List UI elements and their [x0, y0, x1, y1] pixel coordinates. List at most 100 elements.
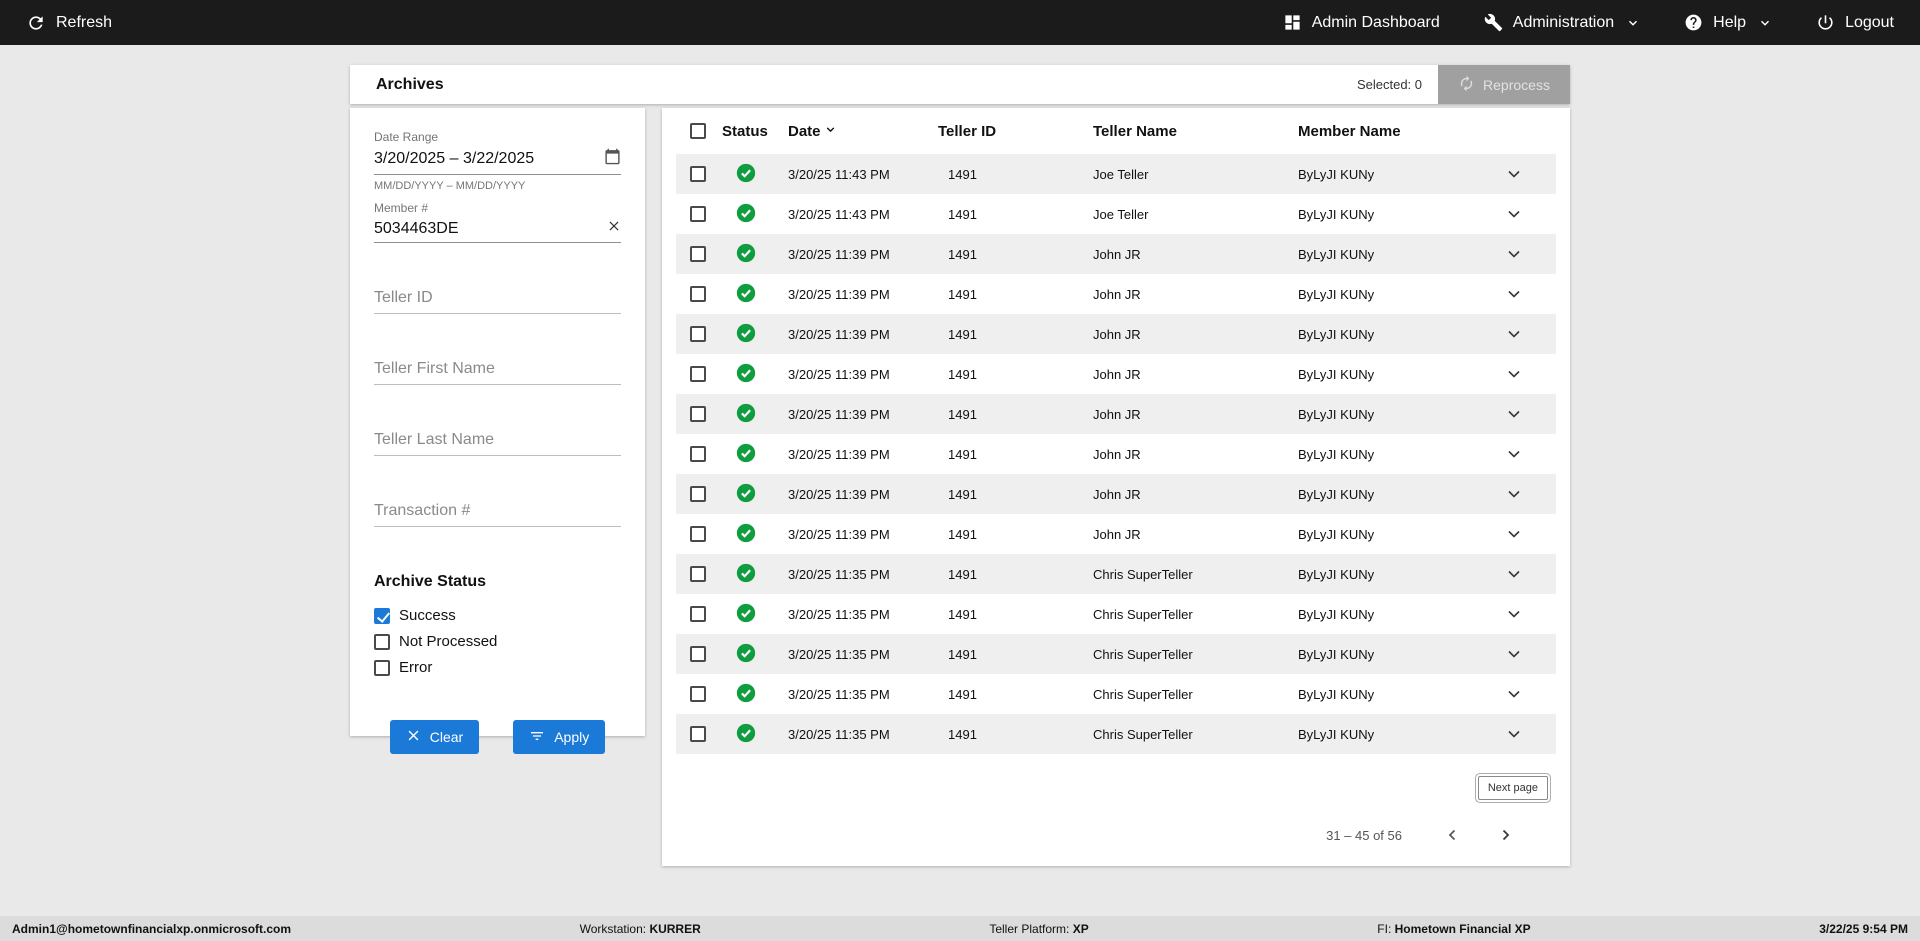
reprocess-button[interactable]: Reprocess — [1438, 65, 1570, 104]
top-navigation-bar: Refresh Admin Dashboard Administration H… — [0, 0, 1920, 45]
row-checkbox[interactable] — [690, 646, 706, 662]
archives-table-panel: Status Date Teller ID Teller Name Member… — [662, 108, 1570, 866]
calendar-icon[interactable] — [604, 148, 621, 170]
table-row: 3/20/25 11:35 PM 1491 Chris SuperTeller … — [676, 634, 1556, 674]
row-expand-chevron[interactable] — [1502, 322, 1526, 346]
row-checkbox[interactable] — [690, 686, 706, 702]
row-checkbox[interactable] — [690, 606, 706, 622]
reprocess-label: Reprocess — [1483, 76, 1550, 93]
help-menu[interactable]: Help — [1684, 13, 1772, 32]
archives-header-bar: Archives Selected: 0 Reprocess — [350, 65, 1570, 104]
row-teller-id: 1491 — [948, 286, 977, 302]
status-success-icon — [735, 682, 757, 707]
archive-status-checkbox-item[interactable]: Error — [374, 659, 621, 676]
row-expand-chevron[interactable] — [1502, 482, 1526, 506]
row-expand-chevron[interactable] — [1502, 682, 1526, 706]
status-success-icon — [735, 442, 757, 467]
clear-member-icon[interactable] — [607, 219, 621, 238]
row-checkbox[interactable] — [690, 566, 706, 582]
row-expand-chevron[interactable] — [1502, 242, 1526, 266]
filter-icon — [529, 728, 545, 747]
row-checkbox[interactable] — [690, 206, 706, 222]
row-checkbox[interactable] — [690, 166, 706, 182]
next-page-button[interactable]: Next page — [1477, 776, 1548, 800]
row-expand-chevron[interactable] — [1502, 402, 1526, 426]
row-checkbox[interactable] — [690, 486, 706, 502]
transaction-number-input[interactable] — [374, 502, 621, 520]
table-row: 3/20/25 11:39 PM 1491 John JR ByLyJI KUN… — [676, 434, 1556, 474]
next-page-chevron-button[interactable] — [1492, 822, 1518, 848]
status-success-icon — [735, 482, 757, 507]
status-checkbox-label: Success — [399, 607, 456, 624]
status-success-icon — [735, 722, 757, 747]
teller-first-name-input[interactable] — [374, 360, 621, 378]
row-date: 3/20/25 11:35 PM — [788, 686, 890, 702]
archive-status-checkbox-item[interactable]: Not Processed — [374, 633, 621, 650]
clear-button[interactable]: Clear — [389, 720, 480, 754]
column-header-teller-name: Teller Name — [1093, 122, 1177, 140]
main-content: Archives Selected: 0 Reprocess Date Rang… — [0, 45, 1920, 916]
table-header-row: Status Date Teller ID Teller Name Member… — [676, 108, 1556, 154]
refresh-button[interactable]: Refresh — [26, 13, 112, 33]
row-teller-id: 1491 — [948, 406, 977, 422]
teller-id-input[interactable] — [374, 289, 621, 307]
select-all-checkbox[interactable] — [690, 123, 706, 139]
table-row: 3/20/25 11:39 PM 1491 John JR ByLyJI KUN… — [676, 314, 1556, 354]
row-checkbox[interactable] — [690, 246, 706, 262]
logout-button[interactable]: Logout — [1816, 13, 1894, 32]
row-date: 3/20/25 11:39 PM — [788, 526, 890, 542]
filter-panel: Date Range MM/DD/YYYY – MM/DD/YYYY Membe… — [350, 108, 645, 754]
row-teller-name: Chris SuperTeller — [1093, 686, 1193, 702]
row-member-name: ByLyJI KUNy — [1298, 686, 1375, 702]
admin-dashboard-button[interactable]: Admin Dashboard — [1283, 13, 1440, 32]
row-checkbox[interactable] — [690, 286, 706, 302]
row-date: 3/20/25 11:35 PM — [788, 566, 890, 582]
column-header-status: Status — [722, 122, 768, 140]
row-date: 3/20/25 11:39 PM — [788, 326, 890, 342]
row-teller-name: John JR — [1093, 526, 1141, 542]
row-checkbox[interactable] — [690, 726, 706, 742]
row-checkbox[interactable] — [690, 526, 706, 542]
row-expand-chevron[interactable] — [1502, 362, 1526, 386]
row-teller-id: 1491 — [948, 166, 977, 182]
apply-button[interactable]: Apply — [513, 720, 606, 754]
row-expand-chevron[interactable] — [1502, 282, 1526, 306]
row-date: 3/20/25 11:35 PM — [788, 606, 890, 622]
row-expand-chevron[interactable] — [1502, 442, 1526, 466]
row-checkbox[interactable] — [690, 446, 706, 462]
row-expand-chevron[interactable] — [1502, 202, 1526, 226]
pagination-range: 31 – 45 of 56 — [1326, 827, 1402, 843]
apply-label: Apply — [554, 729, 590, 745]
teller-last-name-input[interactable] — [374, 431, 621, 449]
status-success-icon — [735, 402, 757, 427]
archive-status-checkbox-item[interactable]: Success — [374, 607, 621, 624]
row-expand-chevron[interactable] — [1502, 562, 1526, 586]
status-success-icon — [735, 642, 757, 667]
row-member-name: ByLyJI KUNy — [1298, 526, 1375, 542]
status-checkbox[interactable] — [374, 633, 390, 650]
row-expand-chevron[interactable] — [1502, 522, 1526, 546]
row-expand-chevron[interactable] — [1502, 642, 1526, 666]
member-number-input[interactable] — [374, 219, 607, 238]
status-checkbox[interactable] — [374, 659, 390, 676]
status-success-icon — [735, 602, 757, 627]
row-checkbox[interactable] — [690, 366, 706, 382]
chevron-down-icon — [1758, 16, 1772, 30]
row-checkbox[interactable] — [690, 326, 706, 342]
row-teller-name: Chris SuperTeller — [1093, 726, 1193, 742]
status-checkbox[interactable] — [374, 607, 390, 624]
row-expand-chevron[interactable] — [1502, 722, 1526, 746]
archive-status-title: Archive Status — [374, 573, 487, 590]
previous-page-chevron-button[interactable] — [1440, 822, 1466, 848]
footer-datetime: 3/22/25 9:54 PM — [1819, 921, 1908, 936]
row-checkbox[interactable] — [690, 406, 706, 422]
row-teller-id: 1491 — [948, 486, 977, 502]
column-header-date[interactable]: Date — [772, 123, 932, 140]
row-expand-chevron[interactable] — [1502, 602, 1526, 626]
date-range-input[interactable] — [374, 150, 604, 168]
row-expand-chevron[interactable] — [1502, 162, 1526, 186]
status-success-icon — [735, 522, 757, 547]
administration-menu[interactable]: Administration — [1484, 13, 1640, 32]
table-row: 3/20/25 11:39 PM 1491 John JR ByLyJI KUN… — [676, 234, 1556, 274]
footer-fi: FI: Hometown Financial XP — [1377, 921, 1531, 936]
